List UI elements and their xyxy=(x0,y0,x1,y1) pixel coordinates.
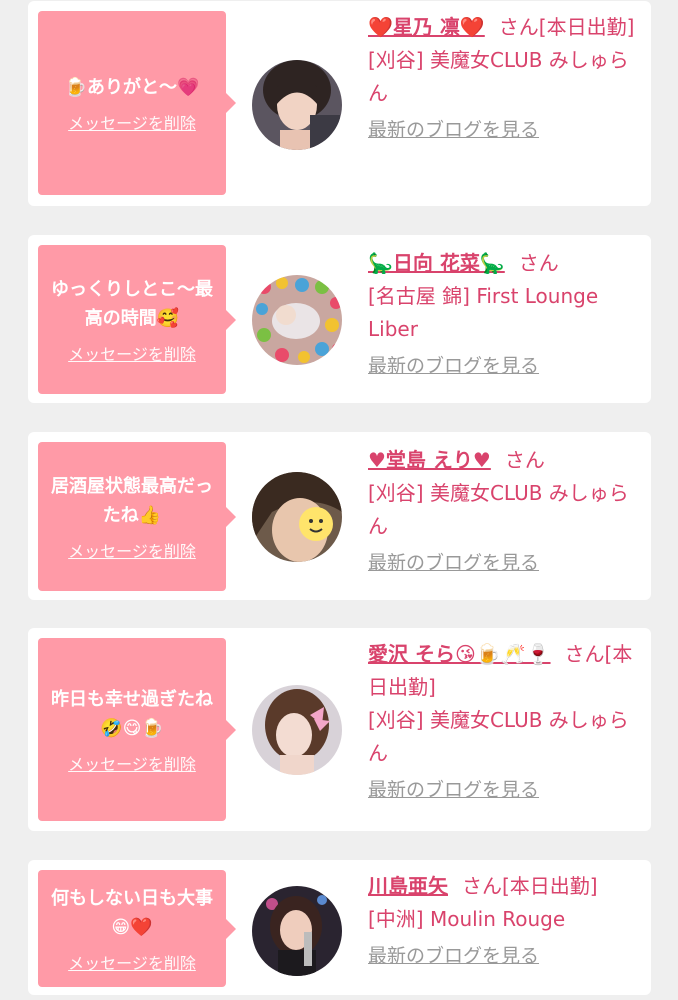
profile-info: ❤️星乃 凛❤️ さん[本日出勤] [刈谷] 美魔女CLUB みしゅらん 最新のブ… xyxy=(368,11,643,145)
avatar[interactable] xyxy=(252,60,342,150)
honorific: さん xyxy=(564,642,605,666)
message-text: 昨日も幸せ過ぎたね🤣😋🍺 xyxy=(51,688,213,739)
profile-info: 🦕日向 花菜🦕 さん [名古屋 錦] First Lounge Liber 最新の… xyxy=(368,247,643,381)
message-card: 何もしない日も大事😁❤️ メッセージを削除 川島亜矢 さん[本日出勤] [中洲] … xyxy=(28,860,651,995)
message-bubble: 昨日も幸せ過ぎたね🤣😋🍺 メッセージを削除 xyxy=(38,638,236,821)
honorific: さん xyxy=(498,15,539,39)
shop-name: [刈谷] 美魔女CLUB みしゅらん xyxy=(368,708,629,765)
profile-name-link[interactable]: ♥堂島 えり♥ xyxy=(368,448,491,472)
latest-blog-link[interactable]: 最新のブログを見る xyxy=(368,775,643,805)
message-card: 昨日も幸せ過ぎたね🤣😋🍺 メッセージを削除 愛沢 そら😘🍺🥂🍷 さん[本日出勤] … xyxy=(28,628,651,831)
profile-name-link[interactable]: 川島亜矢 xyxy=(368,874,448,898)
shop-name: [刈谷] 美魔女CLUB みしゅらん xyxy=(368,48,629,105)
profile-info: 川島亜矢 さん[本日出勤] [中洲] Moulin Rouge 最新のブログを見る xyxy=(368,870,643,971)
shop-name: [中洲] Moulin Rouge xyxy=(368,907,566,931)
delete-message-link[interactable]: メッセージを削除 xyxy=(68,110,196,134)
delete-message-link[interactable]: メッセージを削除 xyxy=(68,950,196,974)
shop-name: [名古屋 錦] First Lounge Liber xyxy=(368,284,599,341)
message-card: ゆっくりしとこ〜最高の時間🥰 メッセージを削除 🦕日向 花菜🦕 さん [名古屋 錦… xyxy=(28,235,651,403)
message-bubble: ゆっくりしとこ〜最高の時間🥰 メッセージを削除 xyxy=(38,245,236,394)
message-text: 🍺ありがと〜💗 xyxy=(64,76,200,98)
message-text: 居酒屋状態最高だったね👍 xyxy=(51,475,213,526)
profile-info: ♥堂島 えり♥ さん [刈谷] 美魔女CLUB みしゅらん 最新のブログを見る xyxy=(368,444,643,578)
honorific: さん xyxy=(518,251,559,275)
shop-name: [刈谷] 美魔女CLUB みしゅらん xyxy=(368,481,629,538)
message-card: 居酒屋状態最高だったね👍 メッセージを削除 ♥堂島 えり♥ さん [刈谷] 美魔女… xyxy=(28,432,651,600)
delete-message-link[interactable]: メッセージを削除 xyxy=(68,751,196,775)
status-badge: [本日出勤] xyxy=(538,15,635,39)
message-list: 🍺ありがと〜💗 メッセージを削除 ❤️星乃 凛❤️ さん[本日出勤] [刈谷] 美… xyxy=(0,0,678,1000)
avatar[interactable] xyxy=(252,472,342,562)
latest-blog-link[interactable]: 最新のブログを見る xyxy=(368,351,643,381)
latest-blog-link[interactable]: 最新のブログを見る xyxy=(368,115,643,145)
message-bubble: 🍺ありがと〜💗 メッセージを削除 xyxy=(38,11,236,195)
avatar[interactable] xyxy=(252,886,342,976)
profile-name-link[interactable]: ❤️星乃 凛❤️ xyxy=(368,15,485,39)
profile-info: 愛沢 そら😘🍺🥂🍷 さん[本日出勤] [刈谷] 美魔女CLUB みしゅらん 最新の… xyxy=(368,638,643,805)
latest-blog-link[interactable]: 最新のブログを見る xyxy=(368,548,643,578)
status-badge: [本日出勤] xyxy=(502,874,598,898)
message-bubble: 何もしない日も大事😁❤️ メッセージを削除 xyxy=(38,870,236,987)
delete-message-link[interactable]: メッセージを削除 xyxy=(68,341,196,365)
avatar[interactable] xyxy=(252,275,342,365)
latest-blog-link[interactable]: 最新のブログを見る xyxy=(368,941,643,971)
delete-message-link[interactable]: メッセージを削除 xyxy=(68,538,196,562)
message-bubble: 居酒屋状態最高だったね👍 メッセージを削除 xyxy=(38,442,236,591)
profile-name-link[interactable]: 愛沢 そら😘🍺🥂🍷 xyxy=(368,642,551,666)
message-text: ゆっくりしとこ〜最高の時間🥰 xyxy=(51,278,213,329)
honorific: さん xyxy=(462,874,502,898)
honorific: さん xyxy=(504,448,545,472)
message-text: 何もしない日も大事😁❤️ xyxy=(51,887,213,938)
profile-name-link[interactable]: 🦕日向 花菜🦕 xyxy=(368,251,505,275)
message-card: 🍺ありがと〜💗 メッセージを削除 ❤️星乃 凛❤️ さん[本日出勤] [刈谷] 美… xyxy=(28,1,651,206)
avatar[interactable] xyxy=(252,685,342,775)
